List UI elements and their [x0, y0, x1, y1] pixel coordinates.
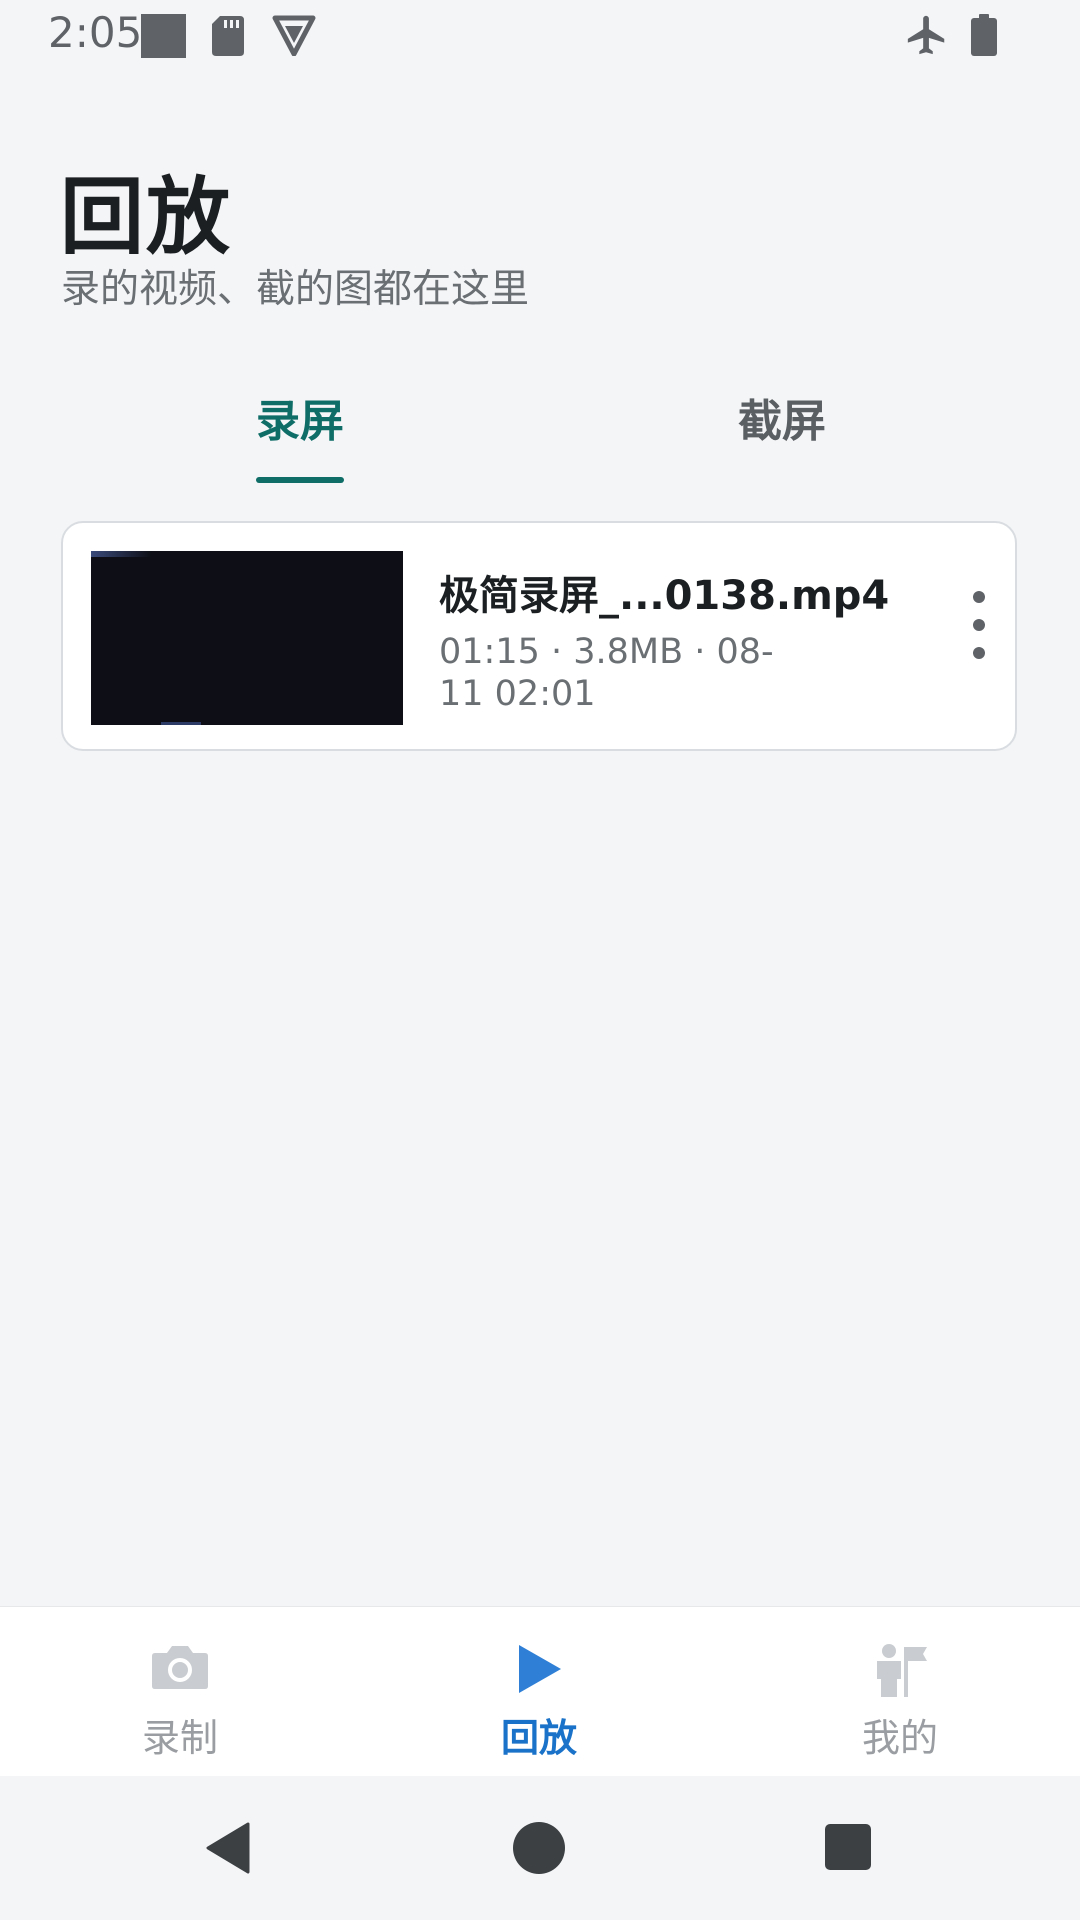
vpn-shield-icon [272, 15, 316, 56]
video-file-name: 极简录屏_...0138.mp4 [439, 573, 890, 619]
nav-label-playback: 回放 [500, 1716, 577, 1760]
play-icon [519, 1645, 561, 1693]
nav-label-mine: 我的 [861, 1716, 938, 1760]
page-title: 回放 [60, 168, 233, 266]
status-bar: 2:05 [0, 0, 1080, 72]
nav-item-record[interactable]: 录制 [80, 1607, 280, 1777]
page-subtitle: 录的视频、截的图都在这里 [61, 267, 530, 312]
video-thumbnail[interactable] [91, 551, 403, 725]
status-time: 2:05 [48, 8, 143, 57]
battery-icon [971, 14, 997, 56]
video-list-item[interactable]: 极简录屏_...0138.mp4 01:15 · 3.8MB · 08-11 0… [61, 521, 1017, 751]
back-icon[interactable] [204, 1822, 252, 1874]
person-flag-icon [877, 1644, 927, 1697]
recents-icon[interactable] [825, 1824, 871, 1870]
airplane-mode-icon [907, 15, 945, 55]
system-navigation-bar [0, 1776, 1080, 1920]
video-file-meta: 01:15 · 3.8MB · 08-11 02:01 [439, 632, 774, 714]
home-icon[interactable] [513, 1822, 565, 1874]
bottom-navigation: 录制 回放 我的 [0, 1606, 1080, 1777]
tab-screenshots[interactable]: 截屏 [738, 385, 826, 449]
more-vert-icon[interactable] [959, 581, 999, 671]
nav-item-playback[interactable]: 回放 [439, 1607, 639, 1777]
tab-active-indicator [256, 477, 344, 483]
notification-square-icon [141, 14, 186, 58]
camera-icon [152, 1646, 208, 1689]
nav-item-mine[interactable]: 我的 [800, 1607, 1000, 1777]
tab-screen-recording[interactable]: 录屏 [256, 385, 344, 449]
nav-label-record: 录制 [141, 1716, 218, 1760]
sd-card-icon [212, 16, 244, 56]
